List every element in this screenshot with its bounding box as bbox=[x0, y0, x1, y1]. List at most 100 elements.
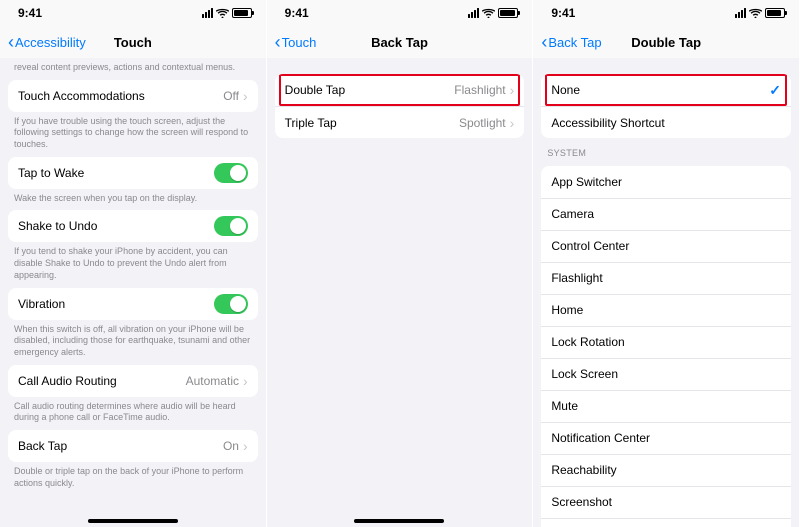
row-accessibility-shortcut[interactable]: Accessibility Shortcut bbox=[541, 106, 791, 138]
row-label: Touch Accommodations bbox=[18, 89, 145, 103]
section-call-audio-routing: Call Audio Routing Automatic › bbox=[8, 365, 258, 397]
section-system: App Switcher Camera Control Center Flashlig… bbox=[541, 166, 791, 527]
chevron-right-icon: › bbox=[243, 373, 248, 389]
status-time: 9:41 bbox=[285, 6, 309, 20]
row-label: Mute bbox=[551, 399, 578, 413]
row-shake-to-undo[interactable]: Shake to Undo bbox=[8, 210, 258, 242]
switch-vibration[interactable] bbox=[214, 294, 248, 314]
chevron-right-icon: › bbox=[243, 438, 248, 454]
switch-shake-to-undo[interactable] bbox=[214, 216, 248, 236]
back-label: Back Tap bbox=[548, 35, 601, 50]
signal-icon bbox=[202, 8, 213, 18]
section-tap-to-wake: Tap to Wake bbox=[8, 157, 258, 189]
row-none[interactable]: None bbox=[541, 74, 791, 106]
chevron-right-icon: › bbox=[243, 88, 248, 104]
row-system-item[interactable]: Screenshot bbox=[541, 486, 791, 518]
nav-header: ‹ Back Tap Double Tap bbox=[533, 26, 799, 58]
status-right bbox=[468, 8, 518, 18]
footer-shake-to-undo: If you tend to shake your iPhone by acci… bbox=[0, 242, 266, 287]
row-value: Flashlight bbox=[454, 83, 505, 97]
footer-vibration: When this switch is off, all vibration o… bbox=[0, 320, 266, 365]
row-tap-to-wake[interactable]: Tap to Wake bbox=[8, 157, 258, 189]
row-label: Lock Screen bbox=[551, 367, 618, 381]
chevron-left-icon: ‹ bbox=[541, 33, 547, 51]
chevron-right-icon: › bbox=[510, 115, 515, 131]
content: None Accessibility Shortcut SYSTEM App S… bbox=[533, 58, 799, 527]
intro-footer: reveal content previews, actions and con… bbox=[0, 58, 266, 80]
row-system-item[interactable]: Lock Rotation bbox=[541, 326, 791, 358]
row-label: Lock Rotation bbox=[551, 335, 624, 349]
wifi-icon bbox=[482, 8, 495, 18]
row-value: Automatic bbox=[186, 374, 239, 388]
row-double-tap[interactable]: Double Tap Flashlight › bbox=[275, 74, 525, 106]
chevron-left-icon: ‹ bbox=[8, 33, 14, 51]
row-value: On bbox=[223, 439, 239, 453]
battery-icon bbox=[232, 8, 252, 18]
wifi-icon bbox=[216, 8, 229, 18]
row-system-item[interactable]: Flashlight bbox=[541, 262, 791, 294]
row-system-item[interactable]: Notification Center bbox=[541, 422, 791, 454]
content: reveal content previews, actions and con… bbox=[0, 58, 266, 527]
section-shake-to-undo: Shake to Undo bbox=[8, 210, 258, 242]
chevron-right-icon: › bbox=[510, 82, 515, 98]
row-label: Control Center bbox=[551, 239, 629, 253]
row-label: Notification Center bbox=[551, 431, 650, 445]
status-bar: 9:41 bbox=[533, 0, 799, 26]
wifi-icon bbox=[749, 8, 762, 18]
signal-icon bbox=[735, 8, 746, 18]
footer-back-tap: Double or triple tap on the back of your… bbox=[0, 462, 266, 495]
row-system-item[interactable]: Home bbox=[541, 294, 791, 326]
row-label: None bbox=[551, 83, 580, 97]
status-time: 9:41 bbox=[551, 6, 575, 20]
row-back-tap[interactable]: Back Tap On › bbox=[8, 430, 258, 462]
section-back-tap: Back Tap On › bbox=[8, 430, 258, 462]
row-system-item[interactable]: Camera bbox=[541, 198, 791, 230]
row-label: Shake to Undo bbox=[18, 219, 97, 233]
row-vibration[interactable]: Vibration bbox=[8, 288, 258, 320]
row-label: Reachability bbox=[551, 463, 616, 477]
row-system-item[interactable]: App Switcher bbox=[541, 166, 791, 198]
footer-touch-accommodations: If you have trouble using the touch scre… bbox=[0, 112, 266, 157]
row-system-item[interactable]: Mute bbox=[541, 390, 791, 422]
status-bar: 9:41 bbox=[267, 0, 533, 26]
back-button[interactable]: ‹ Back Tap bbox=[541, 33, 601, 51]
signal-icon bbox=[468, 8, 479, 18]
row-triple-tap[interactable]: Triple Tap Spotlight › bbox=[275, 106, 525, 138]
panel-double-tap: 9:41 ‹ Back Tap Double Tap None Accessib… bbox=[533, 0, 800, 527]
row-value: Off bbox=[223, 89, 239, 103]
back-label: Accessibility bbox=[15, 35, 86, 50]
back-button[interactable]: ‹ Touch bbox=[275, 33, 317, 51]
section-vibration: Vibration bbox=[8, 288, 258, 320]
nav-header: ‹ Accessibility Touch bbox=[0, 26, 266, 58]
status-time: 9:41 bbox=[18, 6, 42, 20]
row-label: App Switcher bbox=[551, 175, 622, 189]
section-touch-accommodations: Touch Accommodations Off › bbox=[8, 80, 258, 112]
row-system-item[interactable]: Reachability bbox=[541, 454, 791, 486]
section-none: None Accessibility Shortcut bbox=[541, 74, 791, 138]
row-label: Tap to Wake bbox=[18, 166, 84, 180]
row-call-audio-routing[interactable]: Call Audio Routing Automatic › bbox=[8, 365, 258, 397]
row-label: Camera bbox=[551, 207, 594, 221]
system-header: SYSTEM bbox=[533, 138, 799, 166]
row-system-item[interactable]: Shake bbox=[541, 518, 791, 527]
battery-icon bbox=[498, 8, 518, 18]
back-label: Touch bbox=[282, 35, 317, 50]
nav-header: ‹ Touch Back Tap bbox=[267, 26, 533, 58]
home-indicator bbox=[88, 519, 178, 523]
row-label: Home bbox=[551, 303, 583, 317]
row-system-item[interactable]: Control Center bbox=[541, 230, 791, 262]
row-label: Back Tap bbox=[18, 439, 67, 453]
footer-tap-to-wake: Wake the screen when you tap on the disp… bbox=[0, 189, 266, 211]
chevron-left-icon: ‹ bbox=[275, 33, 281, 51]
row-label: Screenshot bbox=[551, 495, 612, 509]
content: Double Tap Flashlight › Triple Tap Spotl… bbox=[267, 58, 533, 527]
back-button[interactable]: ‹ Accessibility bbox=[8, 33, 86, 51]
status-bar: 9:41 bbox=[0, 0, 266, 26]
row-system-item[interactable]: Lock Screen bbox=[541, 358, 791, 390]
switch-tap-to-wake[interactable] bbox=[214, 163, 248, 183]
row-touch-accommodations[interactable]: Touch Accommodations Off › bbox=[8, 80, 258, 112]
row-label: Accessibility Shortcut bbox=[551, 116, 664, 130]
section-tap-options: Double Tap Flashlight › Triple Tap Spotl… bbox=[275, 74, 525, 138]
battery-icon bbox=[765, 8, 785, 18]
row-value: Spotlight bbox=[459, 116, 506, 130]
